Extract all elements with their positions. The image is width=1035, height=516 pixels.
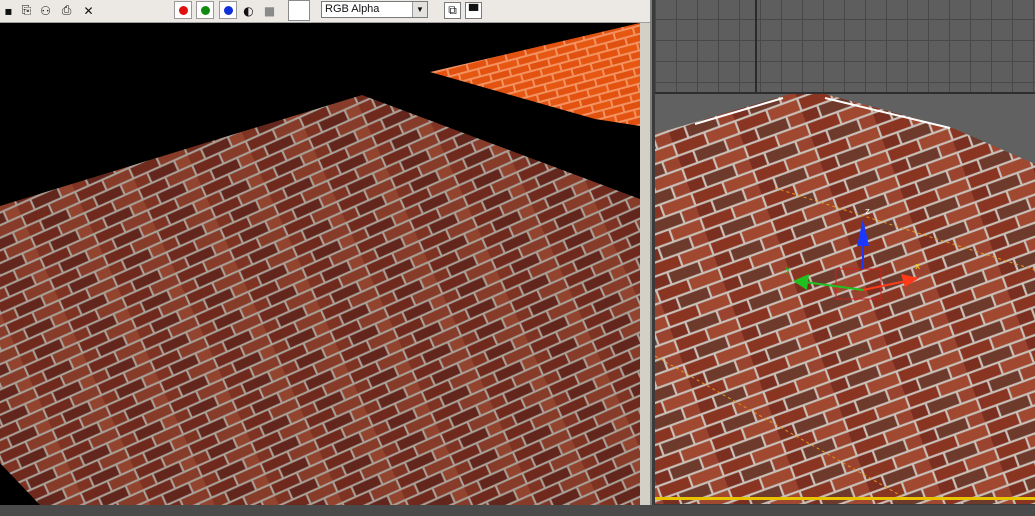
- x-axis-label: x: [915, 262, 921, 272]
- red-dot-icon: [178, 5, 188, 15]
- clear-icon[interactable]: ✕: [80, 2, 97, 19]
- green-dot-icon: [200, 5, 210, 15]
- frame-toolbar: ▪ ⎘ ⚇ ⎙ ✕ ◐ ■ RGB Alpha ▼ ⧉ ▀: [0, 0, 650, 23]
- clone-icon[interactable]: ⚇: [37, 2, 54, 19]
- channel-dropdown[interactable]: RGB Alpha ▼: [321, 1, 428, 18]
- green-channel-button[interactable]: [196, 1, 214, 19]
- orange-tile-plane: [430, 23, 640, 126]
- save-icon[interactable]: ▪: [0, 2, 17, 19]
- rendered-frame-window: ▪ ⎘ ⚇ ⎙ ✕ ◐ ■ RGB Alpha ▼ ⧉ ▀: [0, 0, 652, 505]
- chevron-down-icon[interactable]: ▼: [412, 2, 427, 17]
- print-icon[interactable]: ⎙: [58, 2, 75, 19]
- monochrome-icon[interactable]: ◐: [240, 2, 257, 19]
- frame-scroll-border: [640, 23, 650, 505]
- status-strip: [0, 505, 1035, 516]
- blue-dot-icon: [223, 5, 233, 15]
- channel-dropdown-value: RGB Alpha: [325, 3, 380, 15]
- clear-frame-icon[interactable]: ■: [261, 2, 278, 19]
- color-swatch[interactable]: [288, 0, 310, 21]
- grid-axis-line: [755, 0, 757, 92]
- active-viewport-border: [655, 497, 1035, 500]
- blue-channel-button[interactable]: [219, 1, 237, 19]
- z-axis-label: z: [865, 207, 870, 217]
- viewport-grid: [655, 0, 1035, 92]
- display-icon[interactable]: ⧉: [444, 2, 461, 19]
- alpha-display-icon[interactable]: ▀: [465, 2, 482, 19]
- red-channel-button[interactable]: [174, 1, 192, 19]
- perspective-viewport[interactable]: x y z: [655, 92, 1035, 504]
- copy-icon[interactable]: ⎘: [18, 2, 35, 19]
- y-axis-label: y: [785, 265, 791, 275]
- rendered-image: [0, 23, 640, 505]
